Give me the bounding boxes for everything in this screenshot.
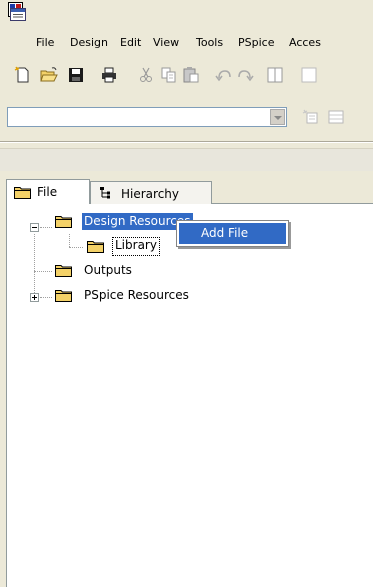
- expand-pspice-resources-icon[interactable]: [30, 293, 39, 302]
- tree-item-pspice-resources[interactable]: PSpice Resources: [82, 287, 191, 304]
- undo-icon[interactable]: [215, 66, 233, 84]
- document-strip: [0, 148, 373, 171]
- title-bar: [0, 0, 373, 28]
- tree-connector: [34, 271, 52, 272]
- context-menu: Add File: [176, 220, 289, 247]
- folder-icon: [55, 215, 72, 228]
- menu-pspice[interactable]: PSpice: [237, 34, 275, 52]
- tab-hierarchy-label: Hierarchy: [121, 187, 180, 201]
- folder-icon: [55, 289, 72, 302]
- menu-view[interactable]: View: [152, 34, 180, 52]
- menu-tools[interactable]: Tools: [195, 34, 224, 52]
- grid-icon[interactable]: [328, 110, 344, 124]
- combo-dropdown-button[interactable]: [270, 109, 285, 125]
- tree-connector: [40, 227, 52, 228]
- redo-icon[interactable]: [236, 66, 254, 84]
- new-document-icon[interactable]: [14, 66, 32, 84]
- tree-item-library[interactable]: Library: [112, 237, 160, 256]
- save-icon[interactable]: [67, 66, 85, 84]
- print-icon[interactable]: [100, 66, 118, 84]
- cut-icon[interactable]: [137, 66, 155, 84]
- folder-icon: [55, 264, 72, 277]
- menu-edit[interactable]: Edit: [119, 34, 142, 52]
- paste-icon[interactable]: [182, 66, 200, 84]
- add-file-label: Add File: [201, 226, 249, 240]
- menu-design[interactable]: Design: [69, 34, 109, 52]
- tree-connector: [69, 247, 83, 248]
- menu-file[interactable]: File: [35, 34, 55, 52]
- part-combo-box[interactable]: [7, 107, 287, 127]
- project-tree: [6, 203, 373, 587]
- folder-icon: [14, 186, 31, 199]
- add-file-menu-item[interactable]: Add File: [179, 223, 286, 244]
- toolbar-overflow-icon: [300, 66, 318, 84]
- tab-hierarchy[interactable]: Hierarchy: [90, 181, 212, 204]
- tab-file[interactable]: File: [6, 179, 90, 204]
- collapse-design-resources-icon[interactable]: [30, 223, 39, 232]
- hierarchy-icon: [99, 186, 115, 200]
- folder-icon: [87, 240, 104, 253]
- tab-file-label: File: [37, 185, 58, 199]
- split-window-icon[interactable]: [266, 66, 284, 84]
- tree-connector: [69, 234, 70, 247]
- tree-connector: [40, 297, 52, 298]
- open-folder-icon[interactable]: [40, 66, 58, 84]
- place-part-icon[interactable]: [302, 109, 318, 125]
- copy-icon[interactable]: [160, 66, 178, 84]
- document-menu-icon[interactable]: [10, 8, 26, 21]
- menu-accessories[interactable]: Acces: [288, 34, 322, 52]
- tree-connector: [34, 234, 35, 297]
- tree-item-outputs[interactable]: Outputs: [82, 262, 134, 279]
- toolbar-divider-highlight: [0, 142, 373, 143]
